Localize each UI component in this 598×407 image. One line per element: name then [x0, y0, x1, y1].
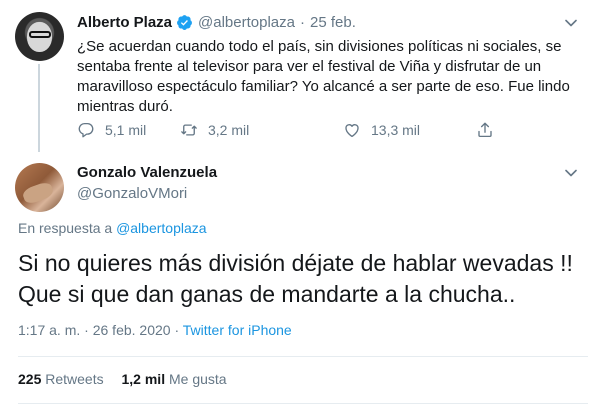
verified-badge-icon: [177, 14, 192, 30]
separator-dot: ·: [299, 13, 305, 31]
divider: [18, 403, 588, 404]
share-icon: [478, 122, 492, 138]
reply-button[interactable]: 5,1 mil: [77, 119, 146, 141]
avatar[interactable]: [15, 12, 64, 61]
tweet-header: Alberto Plaza @albertoplaza · 25 feb.: [77, 12, 356, 32]
retweet-count: 3,2 mil: [208, 122, 250, 138]
likes-stat[interactable]: 1,2 mil Me gusta: [122, 371, 227, 387]
retweet-button[interactable]: 3,2 mil: [180, 119, 249, 141]
heart-icon: [345, 124, 359, 138]
tweet-source-link[interactable]: Twitter for iPhone: [183, 322, 292, 338]
chevron-down-icon[interactable]: [565, 19, 577, 27]
likes-label: Me gusta: [168, 371, 227, 387]
reply-context: En respuesta a @albertoplaza: [18, 220, 207, 236]
avatar[interactable]: [15, 163, 64, 212]
reply-count: 5,1 mil: [105, 122, 147, 138]
author-name[interactable]: Alberto Plaza: [77, 14, 172, 31]
avatar-detail: [21, 180, 55, 206]
reply-icon: [78, 122, 94, 138]
divider: [18, 356, 588, 357]
author-name[interactable]: Gonzalo Valenzuela: [77, 164, 217, 181]
retweets-count: 225: [18, 371, 42, 387]
author-handle[interactable]: @albertoplaza: [198, 14, 295, 31]
share-button[interactable]: [476, 119, 504, 141]
avatar-glasses: [29, 31, 51, 38]
reply-prefix: En respuesta a: [18, 220, 113, 236]
retweet-icon: [181, 124, 197, 136]
reply-handle-link[interactable]: @albertoplaza: [116, 220, 207, 236]
tweet-text: ¿Se acuerdan cuando todo el país, sin di…: [77, 38, 570, 115]
likes-count: 1,2 mil: [121, 371, 166, 387]
tweet-time[interactable]: 1:17 a. m.: [18, 322, 80, 338]
tweet-actions: 5,1 mil 3,2 mil 13,3 mil: [77, 119, 497, 141]
retweets-label: Retweets: [45, 371, 104, 387]
parent-tweet[interactable]: Alberto Plaza @albertoplaza · 25 feb. ¿S…: [0, 0, 598, 152]
retweets-stat[interactable]: 225 Retweets: [18, 371, 104, 387]
tweet-text: Si no quieres más división déjate de hab…: [18, 250, 573, 307]
tweet-date[interactable]: 25 feb.: [310, 14, 356, 31]
tweet-stats: 225 Retweets 1,2 mil Me gusta: [18, 371, 227, 387]
chevron-down-icon[interactable]: [565, 169, 577, 177]
tweet-metadata: 1:17 a. m. · 26 feb. 2020 · Twitter for …: [18, 322, 292, 338]
tweet-date[interactable]: 26 feb. 2020: [93, 322, 171, 338]
separator-dot: ·: [84, 322, 89, 338]
separator-dot: ·: [174, 322, 180, 338]
thread-connector-line: [38, 64, 40, 152]
author-handle[interactable]: @GonzaloVMori: [77, 185, 187, 202]
like-count: 13,3 mil: [371, 122, 421, 138]
like-button[interactable]: 13,3 mil: [343, 119, 420, 141]
